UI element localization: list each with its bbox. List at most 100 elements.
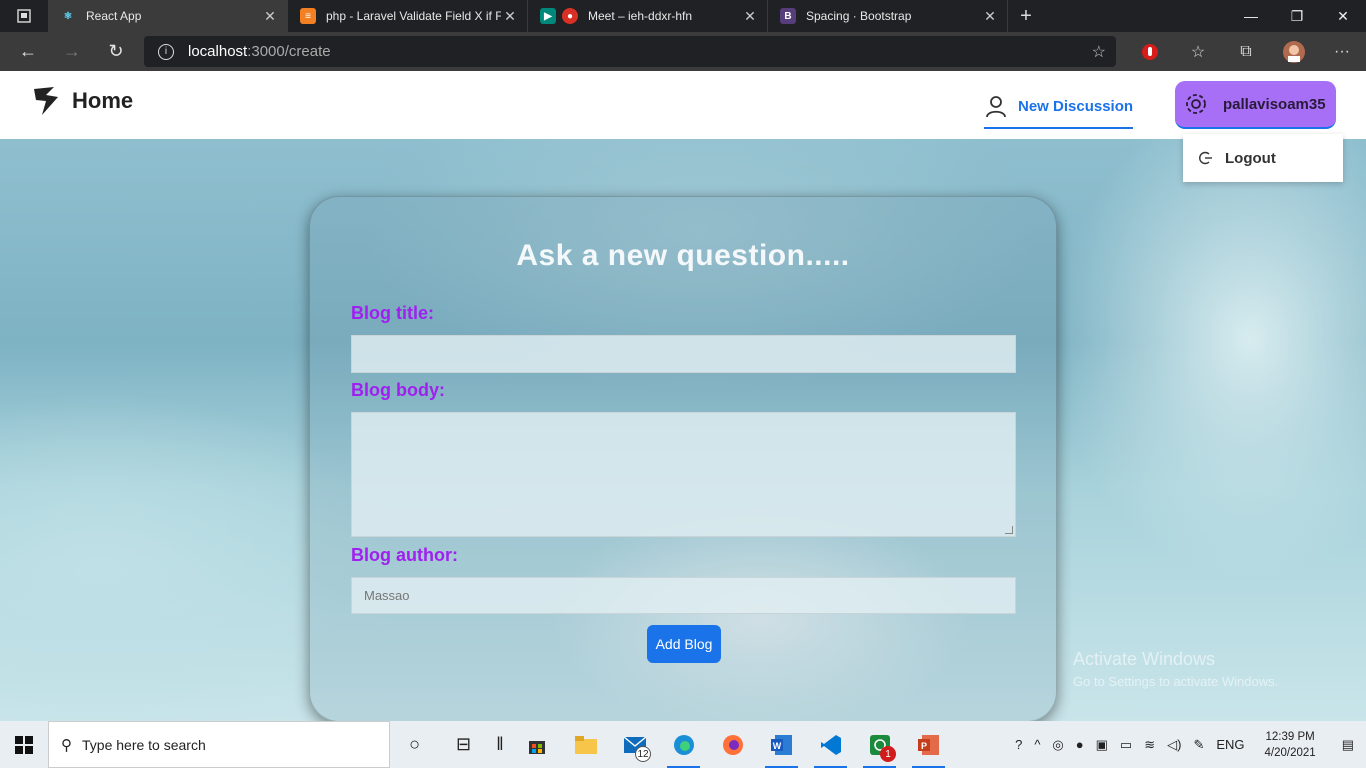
site-navbar: Home New Discussion pallavisoam35	[0, 71, 1366, 139]
display-icon[interactable]: ▣	[1090, 737, 1114, 753]
svg-text:W: W	[772, 741, 781, 751]
address-bar[interactable]: i localhost:3000/create ☆	[144, 36, 1116, 67]
new-discussion-link[interactable]: New Discussion	[984, 89, 1134, 129]
microphone-icon[interactable]: ●	[1070, 737, 1090, 752]
blog-author-select[interactable]: Massao	[351, 577, 1016, 614]
refresh-icon[interactable]: ↻	[94, 32, 138, 71]
activate-windows-watermark: Activate Windows Go to Settings to activ…	[1073, 649, 1278, 689]
gear-icon	[1186, 94, 1206, 114]
tab-laravel[interactable]: ≡ php - Laravel Validate Field X if F ✕	[288, 0, 528, 32]
tab-actions-icon[interactable]	[0, 0, 48, 32]
file-explorer-icon[interactable]	[561, 721, 610, 768]
blog-author-label: Blog author:	[351, 545, 458, 565]
word-icon[interactable]: W	[757, 721, 806, 768]
question-form-card: Ask a new question..... Blog title: Blog…	[309, 196, 1057, 721]
web-page: Home New Discussion pallavisoam35 Logout…	[0, 71, 1366, 721]
collections-icon[interactable]: ⧉	[1222, 32, 1270, 71]
url-host: localhost	[188, 43, 248, 60]
logout-label: Logout	[1225, 149, 1276, 167]
tab-bootstrap[interactable]: B Spacing · Bootstrap ✕	[768, 0, 1008, 32]
window-controls: — ❐ ✕	[1228, 0, 1366, 32]
store-icon[interactable]	[512, 721, 561, 768]
watermark-line1: Activate Windows	[1073, 649, 1216, 669]
mail-badge: 12	[635, 746, 651, 762]
search-icon: ⚲	[61, 736, 72, 754]
svg-text:P: P	[920, 741, 926, 751]
tab-title: Meet – ieh-ddxr-hfn	[588, 9, 693, 23]
home-label: Home	[72, 88, 134, 113]
logo-icon	[34, 87, 58, 115]
chevron-up-icon[interactable]: ^	[1028, 737, 1046, 752]
blog-body-label: Blog body:	[351, 380, 445, 400]
user-icon	[986, 96, 1006, 118]
close-tab-icon[interactable]: ✕	[501, 8, 519, 25]
tab-title: React App	[86, 9, 142, 23]
tab-title: Spacing · Bootstrap	[806, 9, 912, 23]
back-icon[interactable]: ←	[6, 32, 50, 71]
minimize-icon[interactable]: —	[1228, 0, 1274, 32]
edge-icon[interactable]	[659, 721, 708, 768]
home-link[interactable]: Home	[32, 85, 133, 117]
close-tab-icon[interactable]: ✕	[741, 8, 759, 25]
pen-icon[interactable]: ✎	[1187, 737, 1210, 753]
taskbar-search[interactable]: ⚲ Type here to search	[48, 721, 390, 768]
new-tab-icon[interactable]: +	[1008, 0, 1044, 32]
blog-title-input[interactable]	[351, 335, 1016, 373]
watermark-line2: Go to Settings to activate Windows.	[1073, 674, 1279, 689]
browser-toolbar: ← → ↻ i localhost:3000/create ☆ ☆ ⧉ ···	[0, 32, 1366, 71]
form-heading: Ask a new question.....	[516, 239, 850, 272]
resize-handle[interactable]	[1005, 526, 1013, 534]
firefox-icon[interactable]	[708, 721, 757, 768]
mail-icon[interactable]: 12	[610, 721, 659, 768]
task-view-icon[interactable]: ⊟	[439, 721, 488, 768]
system-tray: ? ^ ◎ ● ▣ ▭ ≋ ◁) ✎ ENG 12:39 PM 4/20/202…	[1009, 721, 1366, 768]
cortana-icon[interactable]: ○	[390, 721, 439, 768]
clock-time: 12:39 PM	[1265, 730, 1315, 743]
profile-avatar[interactable]	[1270, 32, 1318, 71]
powerpoint-icon[interactable]: P	[904, 721, 953, 768]
close-tab-icon[interactable]: ✕	[981, 8, 999, 25]
user-menu-button[interactable]: pallavisoam35	[1175, 81, 1336, 129]
help-icon[interactable]: ?	[1009, 737, 1028, 752]
notifications-icon[interactable]: ▤	[1330, 737, 1366, 753]
windows-taskbar: ⚲ Type here to search ○ ⊟ ‖ 12 W 1 P ? ^…	[0, 721, 1366, 768]
volume-icon[interactable]: ◁)	[1161, 737, 1187, 753]
tab-meet[interactable]: ▶ ● Meet – ieh-ddxr-hfn ✕	[528, 0, 768, 32]
start-button[interactable]	[0, 721, 48, 768]
blog-title-label: Blog title:	[351, 303, 434, 323]
close-window-icon[interactable]: ✕	[1320, 0, 1366, 32]
camera-icon[interactable]: ◎	[1046, 737, 1069, 753]
extension-icon[interactable]	[1126, 32, 1174, 71]
browser-extensions: ☆ ⧉ ···	[1126, 32, 1366, 71]
logout-menu-item[interactable]: Logout	[1183, 134, 1343, 182]
bootstrap-icon: B	[780, 8, 796, 24]
site-info-icon[interactable]: i	[158, 43, 174, 60]
more-menu-icon[interactable]: ···	[1318, 32, 1366, 71]
favorites-icon[interactable]: ☆	[1174, 32, 1222, 71]
tab-title: php - Laravel Validate Field X if F	[326, 9, 501, 23]
forward-icon[interactable]: →	[50, 32, 94, 71]
battery-icon[interactable]: ▭	[1114, 737, 1138, 753]
wifi-icon[interactable]: ≋	[1138, 737, 1161, 753]
browser-tab-bar: ⚛ React App ✕ ≡ php - Laravel Validate F…	[0, 0, 1366, 32]
windows-icon	[15, 735, 33, 754]
favorite-add-icon[interactable]: ☆	[1092, 42, 1106, 62]
language-indicator[interactable]: ENG	[1210, 737, 1250, 752]
tab-react-app[interactable]: ⚛ React App ✕	[48, 0, 288, 32]
whatsapp-badge: 1	[880, 746, 896, 762]
search-placeholder: Type here to search	[82, 736, 206, 753]
react-icon: ⚛	[63, 10, 73, 22]
clock[interactable]: 12:39 PM 4/20/2021	[1251, 729, 1330, 761]
restore-icon[interactable]: ❐	[1274, 0, 1320, 32]
new-discussion-label: New Discussion	[1018, 97, 1134, 115]
whatsapp-icon[interactable]: 1	[855, 721, 904, 768]
screen: ⚛ React App ✕ ≡ php - Laravel Validate F…	[0, 0, 1366, 768]
add-blog-button[interactable]: Add Blog	[647, 625, 721, 663]
divider-icon: ‖	[496, 734, 504, 754]
blog-body-textarea[interactable]	[351, 412, 1016, 537]
close-tab-icon[interactable]: ✕	[261, 8, 279, 25]
meet-icon: ▶	[540, 8, 556, 24]
stackoverflow-icon: ≡	[300, 8, 316, 24]
logout-icon	[1199, 151, 1212, 165]
vscode-icon[interactable]	[806, 721, 855, 768]
